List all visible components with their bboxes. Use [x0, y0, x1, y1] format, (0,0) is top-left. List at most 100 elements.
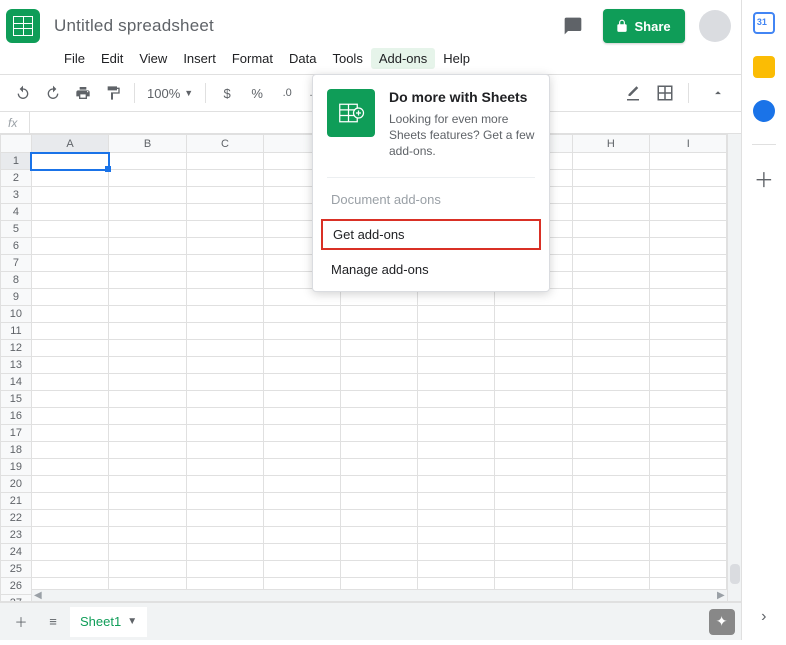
cell[interactable]	[109, 510, 186, 527]
cell[interactable]	[572, 476, 649, 493]
add-sheet-button[interactable]: ＋	[6, 607, 36, 637]
cell[interactable]	[650, 187, 727, 204]
row-header[interactable]: 14	[1, 374, 32, 391]
row-header[interactable]: 18	[1, 442, 32, 459]
cell[interactable]	[31, 561, 108, 578]
cell[interactable]	[109, 527, 186, 544]
cell[interactable]	[495, 306, 573, 323]
cell[interactable]	[572, 289, 649, 306]
cell[interactable]	[495, 442, 573, 459]
cell[interactable]	[186, 442, 263, 459]
cell[interactable]	[186, 153, 263, 170]
cell[interactable]	[341, 442, 418, 459]
cell[interactable]	[186, 493, 263, 510]
cell[interactable]	[572, 374, 649, 391]
cell[interactable]	[572, 255, 649, 272]
cell[interactable]	[341, 527, 418, 544]
cell[interactable]	[264, 340, 341, 357]
addons-item-manage[interactable]: Manage add-ons	[313, 254, 549, 285]
cell[interactable]	[650, 153, 727, 170]
chevron-down-icon[interactable]: ▼	[127, 616, 137, 627]
cell[interactable]	[186, 527, 263, 544]
cell[interactable]	[186, 340, 263, 357]
row-header[interactable]: 24	[1, 544, 32, 561]
cell[interactable]	[264, 391, 341, 408]
row-header[interactable]: 27	[1, 595, 32, 603]
cell[interactable]	[109, 323, 186, 340]
menu-help[interactable]: Help	[435, 48, 478, 69]
row-header[interactable]: 2	[1, 170, 32, 187]
cell[interactable]	[109, 238, 186, 255]
cell[interactable]	[418, 442, 495, 459]
cell[interactable]	[418, 425, 495, 442]
menu-format[interactable]: Format	[224, 48, 281, 69]
cell[interactable]	[109, 340, 186, 357]
menu-addons[interactable]: Add-ons	[371, 48, 435, 69]
cell[interactable]	[186, 510, 263, 527]
cell[interactable]	[31, 357, 108, 374]
cell[interactable]	[341, 357, 418, 374]
column-header[interactable]: A	[31, 135, 108, 153]
cell[interactable]	[31, 340, 108, 357]
cell[interactable]	[418, 391, 495, 408]
cell[interactable]	[572, 425, 649, 442]
all-sheets-button[interactable]: ≡	[38, 607, 68, 637]
row-header[interactable]: 8	[1, 272, 32, 289]
row-header[interactable]: 13	[1, 357, 32, 374]
cell[interactable]	[109, 544, 186, 561]
cell[interactable]	[650, 221, 727, 238]
cell[interactable]	[186, 272, 263, 289]
cell[interactable]	[650, 476, 727, 493]
cell[interactable]	[109, 374, 186, 391]
row-header[interactable]: 17	[1, 425, 32, 442]
row-header[interactable]: 26	[1, 578, 32, 595]
addons-item-get[interactable]: Get add-ons	[321, 219, 541, 250]
cell[interactable]	[572, 510, 649, 527]
cell[interactable]	[31, 493, 108, 510]
cell[interactable]	[418, 340, 495, 357]
cell[interactable]	[650, 340, 727, 357]
cell[interactable]	[264, 357, 341, 374]
cell[interactable]	[418, 476, 495, 493]
cell[interactable]	[186, 544, 263, 561]
cell[interactable]	[186, 374, 263, 391]
cell[interactable]	[341, 459, 418, 476]
cell[interactable]	[418, 357, 495, 374]
cell[interactable]	[341, 391, 418, 408]
cell[interactable]	[341, 561, 418, 578]
cell[interactable]	[264, 306, 341, 323]
cell[interactable]	[31, 544, 108, 561]
cell[interactable]	[109, 289, 186, 306]
zoom-select[interactable]: 100% ▼	[143, 86, 197, 101]
cell[interactable]	[341, 544, 418, 561]
cell[interactable]	[572, 340, 649, 357]
cell[interactable]	[495, 374, 573, 391]
cell[interactable]	[495, 340, 573, 357]
vertical-scrollbar[interactable]	[727, 134, 740, 601]
row-header[interactable]: 21	[1, 493, 32, 510]
menu-file[interactable]: File	[56, 48, 93, 69]
cell[interactable]	[186, 221, 263, 238]
cell[interactable]	[109, 170, 186, 187]
cell[interactable]	[572, 238, 649, 255]
cell[interactable]	[572, 272, 649, 289]
column-header[interactable]: C	[186, 135, 263, 153]
cell[interactable]	[109, 476, 186, 493]
cell[interactable]	[418, 459, 495, 476]
cell[interactable]	[186, 391, 263, 408]
row-header[interactable]: 19	[1, 459, 32, 476]
row-header[interactable]: 16	[1, 408, 32, 425]
row-header[interactable]: 23	[1, 527, 32, 544]
cell[interactable]	[341, 425, 418, 442]
cell[interactable]	[31, 442, 108, 459]
cell[interactable]	[264, 476, 341, 493]
cell[interactable]	[572, 323, 649, 340]
row-header[interactable]: 3	[1, 187, 32, 204]
format-currency-button[interactable]: $	[214, 80, 240, 106]
cell[interactable]	[109, 442, 186, 459]
share-button[interactable]: Share	[603, 9, 685, 43]
cell[interactable]	[495, 391, 573, 408]
cell[interactable]	[186, 289, 263, 306]
format-percent-button[interactable]: %	[244, 80, 270, 106]
cell[interactable]	[495, 459, 573, 476]
